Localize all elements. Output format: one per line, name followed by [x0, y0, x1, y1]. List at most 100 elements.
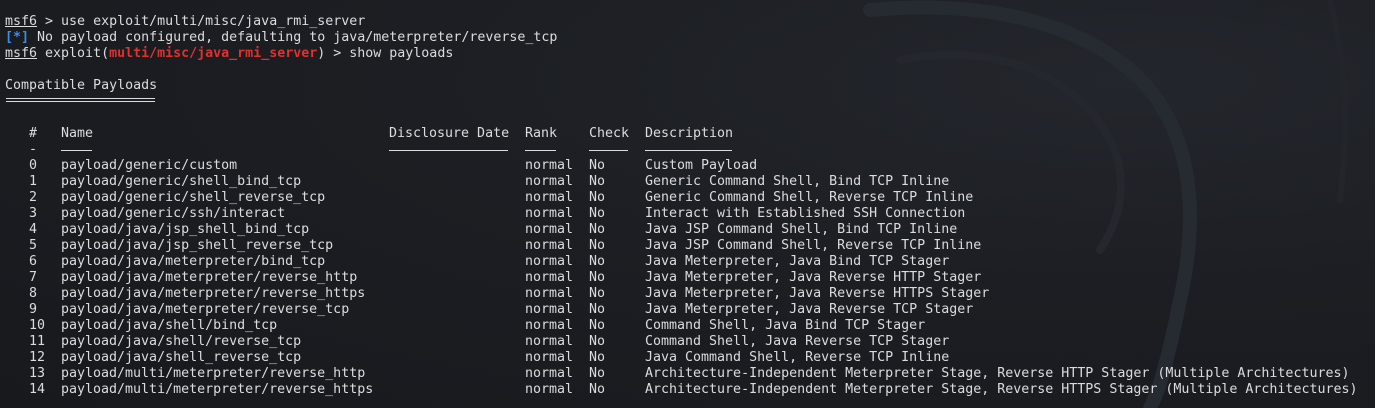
row-name: payload/multi/meterpreter/reverse_https — [61, 382, 374, 397]
row-rank: normal — [525, 206, 574, 221]
terminal-window[interactable]: msf6 > use exploit/multi/misc/java_rmi_s… — [0, 0, 1375, 408]
row-check: No — [589, 318, 606, 333]
row-check: No — [589, 206, 606, 221]
row-name: payload/generic/custom — [61, 158, 238, 173]
msf-prompt: msf6 — [5, 14, 38, 29]
row-rank: normal — [525, 254, 574, 269]
row-desc: Architecture-Independent Meterpreter Sta… — [645, 382, 1358, 397]
row-rank: normal — [525, 334, 574, 349]
row-num: 11 — [29, 334, 46, 349]
row-check: No — [589, 190, 606, 205]
row-num: 12 — [29, 350, 46, 365]
row-name: payload/java/meterpreter/reverse_tcp — [61, 302, 350, 317]
row-desc: Architecture-Independent Meterpreter Sta… — [645, 366, 1350, 381]
row-name: payload/generic/shell_reverse_tcp — [61, 190, 326, 205]
row-name: payload/java/shell/bind_tcp — [61, 318, 278, 333]
row-check: No — [589, 270, 606, 285]
row-num: 6 — [29, 254, 38, 269]
exploit-prefix: exploit( — [37, 46, 110, 61]
row-desc: Java Meterpreter, Java Bind TCP Stager — [645, 254, 950, 269]
row-rank: normal — [525, 174, 574, 189]
row-rank: normal — [525, 190, 574, 205]
section-title-underline — [6, 98, 155, 102]
row-check: No — [589, 350, 606, 365]
row-name: payload/generic/ssh/interact — [61, 206, 286, 221]
row-desc: Java Meterpreter, Java Reverse TCP Stage… — [645, 302, 974, 317]
row-rank: normal — [525, 222, 574, 237]
row-name: payload/java/meterpreter/reverse_https — [61, 286, 366, 301]
msf-prompt-2: msf6 — [5, 46, 38, 61]
header-rank-rule — [525, 150, 556, 151]
row-name: payload/java/jsp_shell_bind_tcp — [61, 222, 310, 237]
info-tag: [*] — [5, 30, 30, 45]
header-check-rule — [589, 150, 628, 151]
row-num: 8 — [29, 286, 38, 301]
row-name: payload/java/meterpreter/reverse_http — [61, 270, 358, 285]
row-num: 9 — [29, 302, 38, 317]
show-payloads-command: ) > show payloads — [317, 46, 454, 61]
header-name-rule — [61, 150, 92, 151]
row-name: payload/java/shell/reverse_tcp — [61, 334, 302, 349]
exploit-module-name: multi/misc/java_rmi_server — [109, 46, 318, 61]
header-check: Check — [589, 126, 630, 141]
row-check: No — [589, 222, 606, 237]
row-rank: normal — [525, 302, 574, 317]
row-rank: normal — [525, 158, 574, 173]
row-name: payload/multi/meterpreter/reverse_http — [61, 366, 366, 381]
header-rank: Rank — [525, 126, 558, 141]
row-check: No — [589, 238, 606, 253]
info-message-line: [*] No payload configured, defaulting to… — [5, 30, 557, 46]
row-desc: Command Shell, Java Reverse TCP Stager — [645, 334, 950, 349]
row-num: 1 — [29, 174, 38, 189]
info-message: No payload configured, defaulting to jav… — [29, 30, 558, 45]
row-check: No — [589, 174, 606, 189]
row-num: 5 — [29, 238, 38, 253]
row-desc: Java Meterpreter, Java Reverse HTTPS Sta… — [645, 286, 990, 301]
row-desc: Generic Command Shell, Reverse TCP Inlin… — [645, 190, 974, 205]
row-check: No — [589, 254, 606, 269]
row-rank: normal — [525, 366, 574, 381]
row-rank: normal — [525, 318, 574, 333]
row-desc: Command Shell, Java Bind TCP Stager — [645, 318, 926, 333]
row-rank: normal — [525, 238, 574, 253]
row-name: payload/java/shell_reverse_tcp — [61, 350, 302, 365]
row-num: 14 — [29, 382, 46, 397]
row-check: No — [589, 158, 606, 173]
row-rank: normal — [525, 286, 574, 301]
use-command: > use exploit/multi/misc/java_rmi_server — [37, 14, 366, 29]
header-desc-rule — [645, 150, 732, 151]
row-desc: Java JSP Command Shell, Bind TCP Inline — [645, 222, 958, 237]
row-desc: Java Meterpreter, Java Reverse HTTP Stag… — [645, 270, 982, 285]
header-name: Name — [61, 126, 94, 141]
row-check: No — [589, 366, 606, 381]
row-num: 7 — [29, 270, 38, 285]
row-rank: normal — [525, 382, 574, 397]
row-num: 4 — [29, 222, 38, 237]
command-line-show: msf6 exploit(multi/misc/java_rmi_server)… — [5, 46, 453, 62]
row-num: 10 — [29, 318, 46, 333]
header-num-dash: - — [29, 142, 38, 157]
row-desc: Generic Command Shell, Bind TCP Inline — [645, 174, 950, 189]
header-description: Description — [645, 126, 734, 141]
row-desc: Java JSP Command Shell, Reverse TCP Inli… — [645, 238, 982, 253]
row-num: 2 — [29, 190, 38, 205]
row-check: No — [589, 334, 606, 349]
row-desc: Java Command Shell, Reverse TCP Inline — [645, 350, 950, 365]
row-rank: normal — [525, 270, 574, 285]
row-check: No — [589, 382, 606, 397]
row-check: No — [589, 302, 606, 317]
row-rank: normal — [525, 350, 574, 365]
header-num: # — [29, 126, 38, 141]
row-num: 3 — [29, 206, 38, 221]
row-check: No — [589, 286, 606, 301]
row-name: payload/generic/shell_bind_tcp — [61, 174, 302, 189]
header-date-rule — [389, 150, 508, 151]
command-line-use: msf6 > use exploit/multi/misc/java_rmi_s… — [5, 14, 365, 30]
row-num: 13 — [29, 366, 46, 381]
row-num: 0 — [29, 158, 38, 173]
row-desc: Custom Payload — [645, 158, 758, 173]
section-title: Compatible Payloads — [5, 78, 158, 93]
row-desc: Interact with Established SSH Connection — [645, 206, 966, 221]
header-disclosure-date: Disclosure Date — [389, 126, 510, 141]
row-name: payload/java/meterpreter/bind_tcp — [61, 254, 326, 269]
